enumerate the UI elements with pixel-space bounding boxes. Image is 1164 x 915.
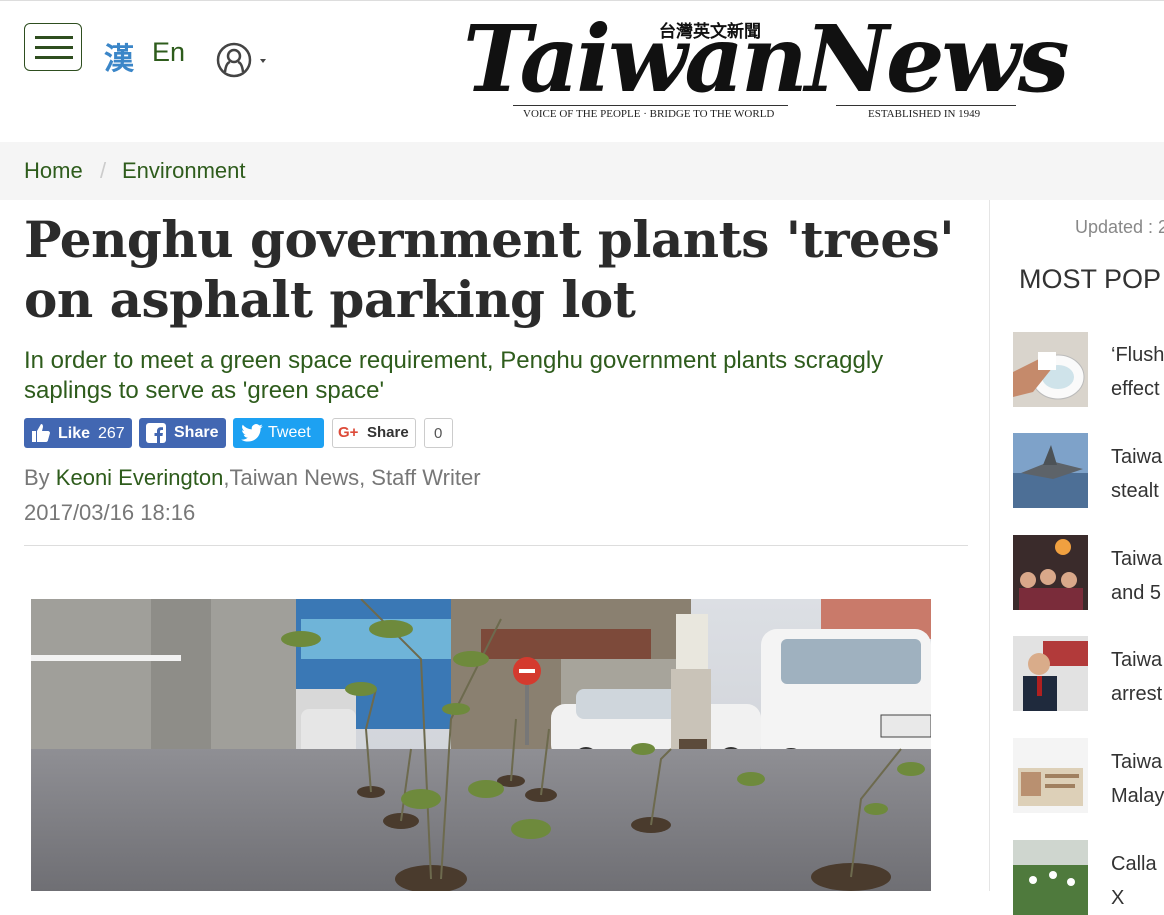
gplus-count-bubble: 0 <box>424 418 453 448</box>
byline: By Keoni Everington,Taiwan News, Staff W… <box>24 465 481 491</box>
popular-thumbnail[interactable] <box>1013 535 1088 610</box>
logo-rule <box>513 105 788 106</box>
author-link[interactable]: Keoni Everington <box>56 465 224 490</box>
popular-thumbnail[interactable] <box>1013 738 1088 813</box>
divider <box>24 545 968 546</box>
article-subtitle: In order to meet a green space requireme… <box>24 347 884 404</box>
user-account-dropdown[interactable] <box>216 41 266 79</box>
popular-article-link[interactable]: Taiwa and 5 <box>1111 542 1162 610</box>
popular-thumbnail[interactable] <box>1013 332 1088 407</box>
breadcrumb-home-link[interactable]: Home <box>24 158 83 184</box>
popular-article-link[interactable]: ‘Flush effect <box>1111 338 1164 406</box>
site-header: 漢 En TaiwanNews 台灣英文新聞 VOICE OF THE PEOP… <box>0 0 1164 143</box>
facebook-share-button[interactable]: Share <box>139 418 226 448</box>
facebook-icon <box>146 423 166 443</box>
byline-prefix: By <box>24 465 56 490</box>
lang-chinese-link[interactable]: 漢 <box>104 34 134 78</box>
lang-english-link[interactable]: En <box>152 37 185 68</box>
breadcrumb-section-link[interactable]: Environment <box>122 158 246 184</box>
logo-rule <box>836 105 1016 106</box>
popular-article-link[interactable]: Taiwa Malay <box>1111 745 1164 813</box>
updated-timestamp: Updated : 2 <box>1075 217 1164 237</box>
logo-tagline: VOICE OF THE PEOPLE · BRIDGE TO THE WORL… <box>523 108 775 120</box>
hamburger-icon-line <box>35 36 73 39</box>
thumbs-up-icon <box>32 424 50 442</box>
gplus-count: 0 <box>434 425 443 442</box>
popular-thumbnail[interactable] <box>1013 840 1088 915</box>
user-icon <box>216 42 266 78</box>
popular-article-link[interactable]: Taiwa arrest <box>1111 643 1162 711</box>
popular-thumbnail[interactable] <box>1013 433 1088 508</box>
gplus-share-label: Share <box>367 424 409 441</box>
article-title: Penghu government plants 'trees' on asph… <box>24 210 955 329</box>
most-popular-heading: MOST POP <box>1019 264 1162 294</box>
google-plus-share-button[interactable]: G+ Share <box>332 418 416 448</box>
like-label: Like <box>58 425 91 442</box>
article-photo <box>31 599 931 891</box>
tweet-button[interactable]: Tweet <box>233 418 324 448</box>
site-logo[interactable]: TaiwanNews 台灣英文新聞 VOICE OF THE PEOPLE · … <box>463 9 1070 129</box>
breadcrumb: Home / Environment <box>0 142 1164 200</box>
sidebar-divider <box>989 200 990 891</box>
logo-established: ESTABLISHED IN 1949 <box>868 108 981 120</box>
logo-wordmark: TaiwanNews <box>463 5 1070 113</box>
publish-date: 2017/03/16 18:16 <box>24 500 196 525</box>
google-plus-icon: G+ <box>338 424 359 441</box>
hamburger-icon-line <box>35 56 73 59</box>
popular-thumbnail[interactable] <box>1013 636 1088 711</box>
breadcrumb-separator: / <box>100 158 107 183</box>
fb-share-label: Share <box>174 424 219 441</box>
facebook-like-button[interactable]: Like 267 <box>24 418 132 448</box>
hamburger-icon-line <box>35 46 73 49</box>
like-count: 267 <box>98 425 125 442</box>
logo-chinese-text: 台灣英文新聞 <box>659 22 761 42</box>
menu-button[interactable] <box>24 23 82 71</box>
popular-article-link[interactable]: Calla X <box>1111 847 1157 915</box>
popular-article-link[interactable]: Taiwa stealt <box>1111 440 1162 508</box>
twitter-bird-icon <box>241 424 263 442</box>
byline-publication: ,Taiwan News, Staff Writer <box>223 465 481 490</box>
tweet-label: Tweet <box>268 424 311 441</box>
